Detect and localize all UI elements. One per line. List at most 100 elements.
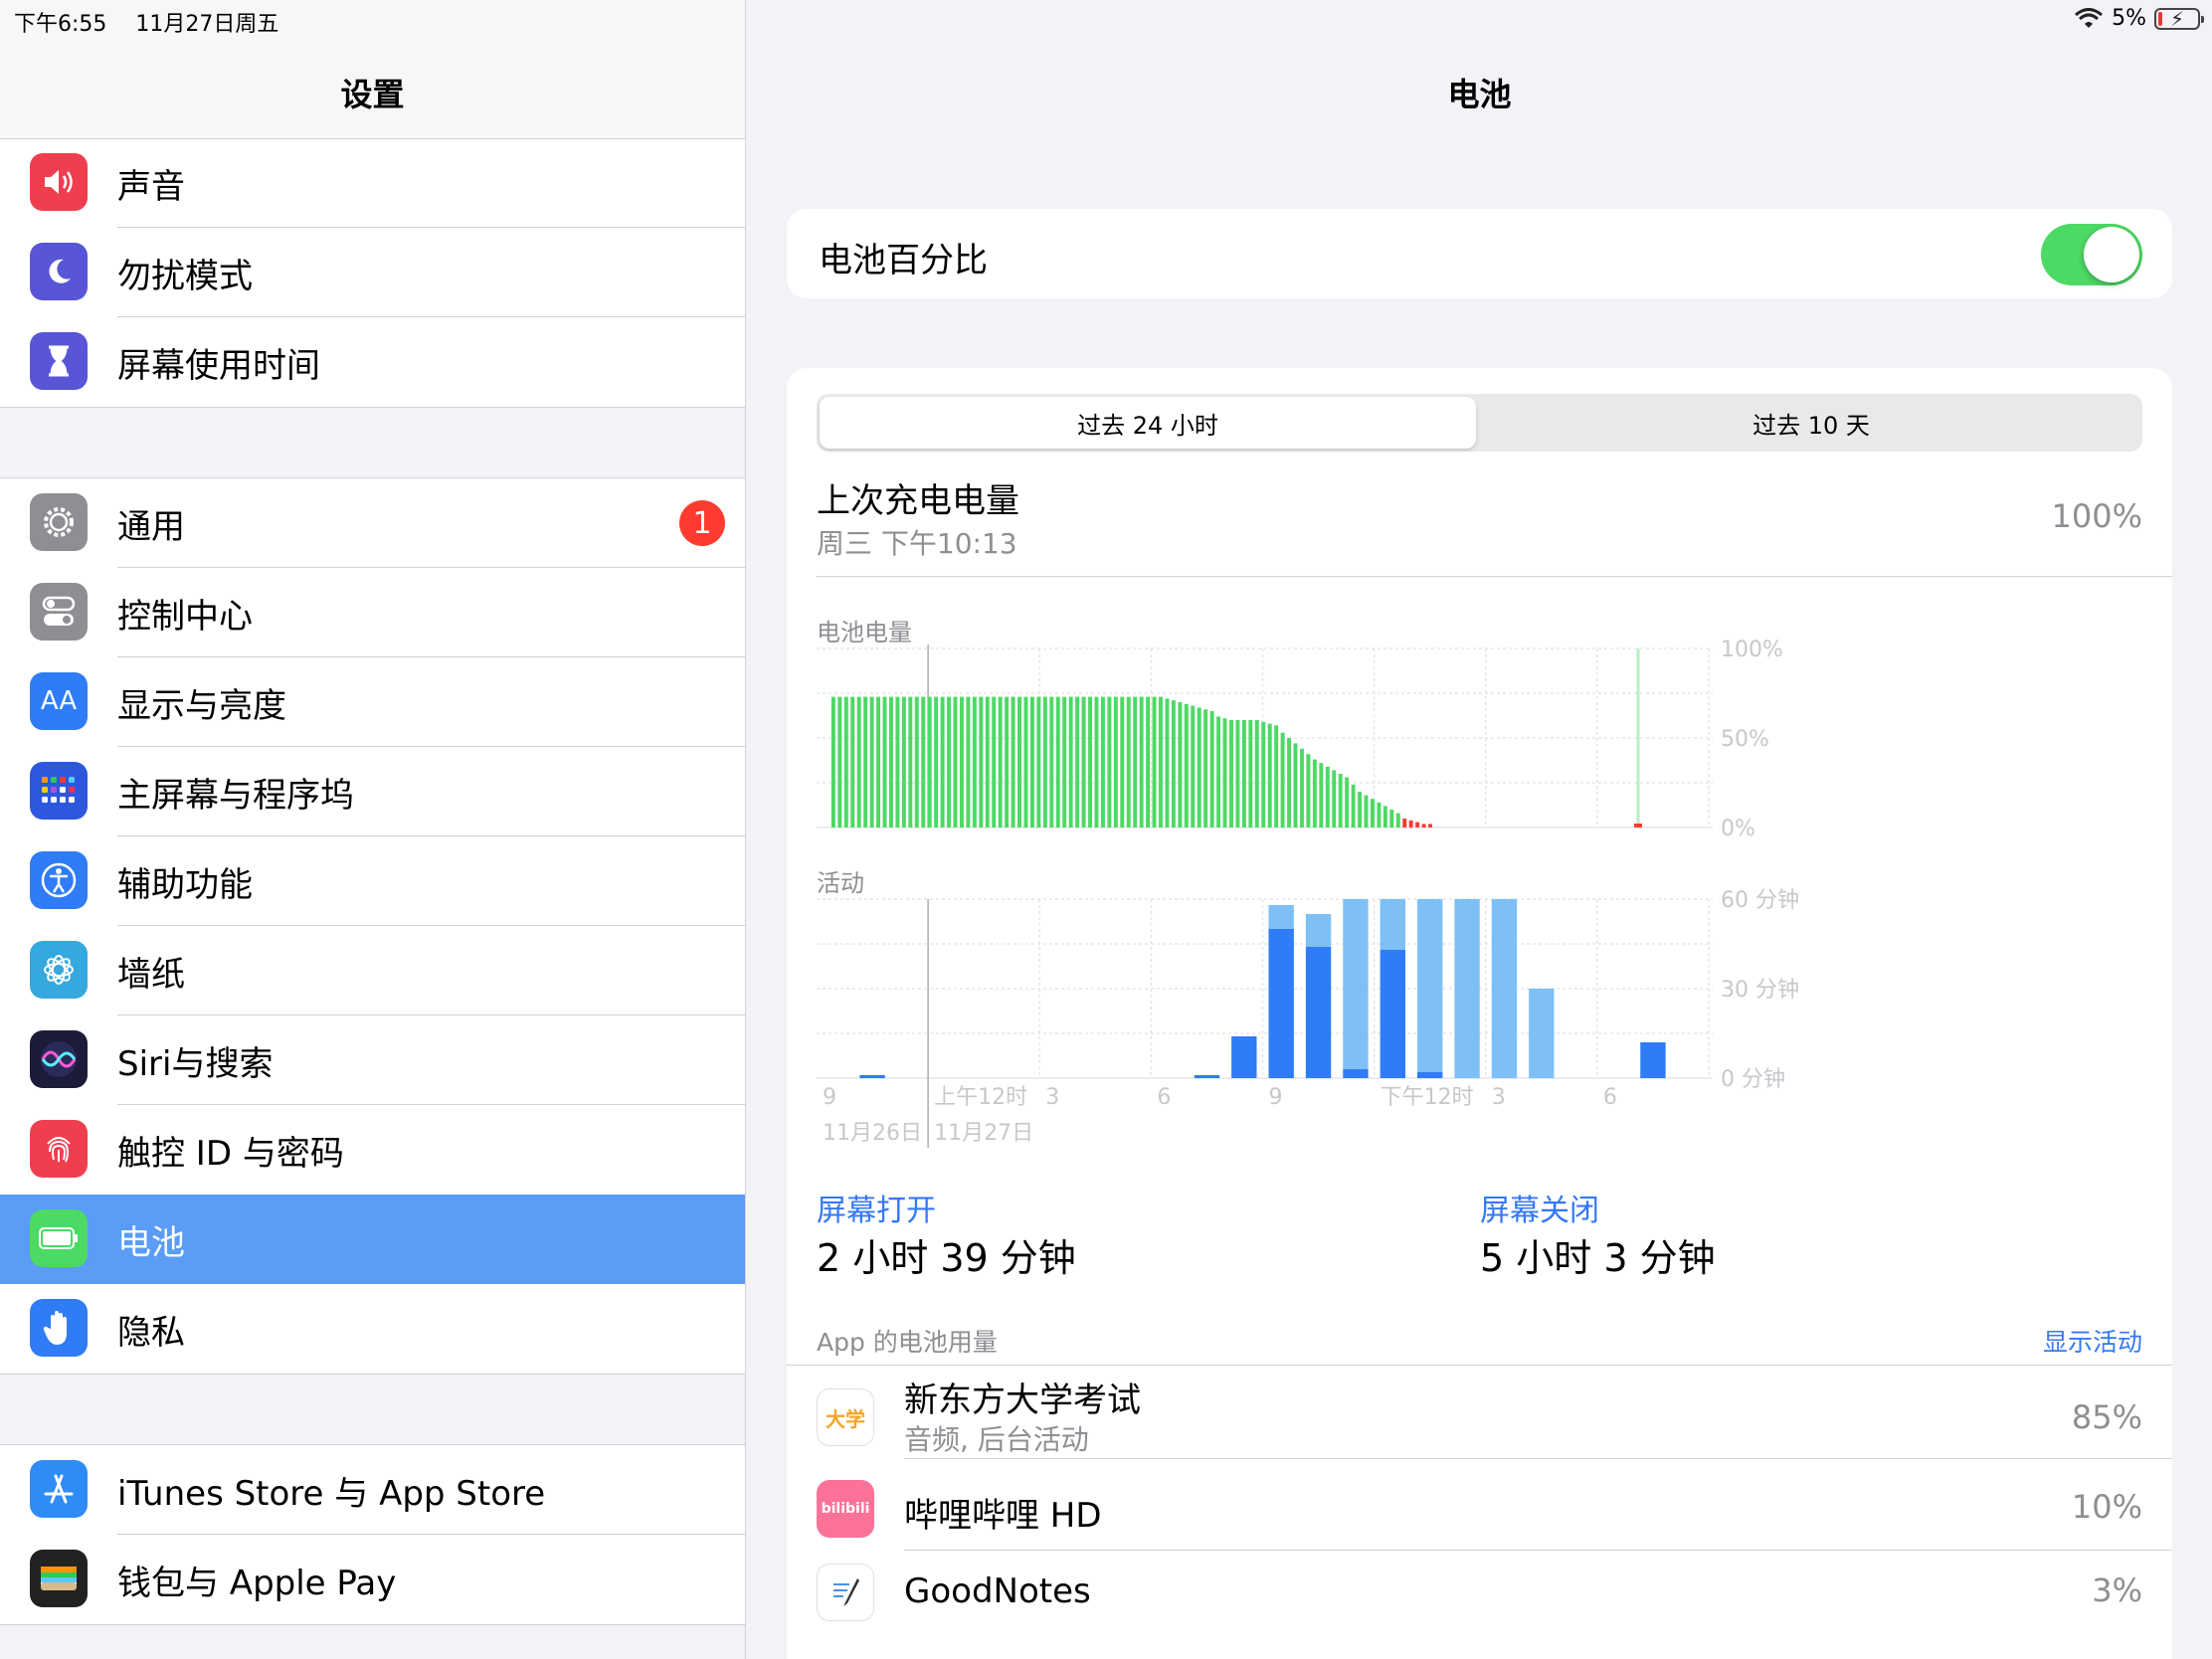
app-name: 哔哩哔哩 HD xyxy=(904,1496,1102,1536)
sidebar-item[interactable]: 勿扰模式 xyxy=(0,228,745,317)
battery-level-bar xyxy=(992,696,997,828)
show-activity-link[interactable]: 显示活动 xyxy=(2043,1323,2142,1359)
battery-level-bar xyxy=(972,696,977,828)
xdf-app-icon: 大学 xyxy=(817,1388,874,1446)
screen-on-bar xyxy=(1194,1075,1220,1078)
battery-level-bar xyxy=(1274,725,1279,828)
speaker-icon xyxy=(30,153,88,211)
battery-level-bar xyxy=(1011,696,1015,828)
app-usage-row[interactable]: 大学 新东方大学考试 音频, 后台活动 85% xyxy=(787,1373,2172,1462)
battery-level-bar xyxy=(1377,802,1382,828)
screen-on-bar xyxy=(1417,1072,1443,1078)
battery-level-bar xyxy=(869,696,874,828)
battery-level-bar xyxy=(1395,813,1400,828)
screen-on-bar xyxy=(1640,1042,1666,1078)
app-name: GoodNotes xyxy=(904,1571,1091,1611)
screen-on-label: 屏幕打开 xyxy=(817,1194,936,1228)
sidebar-item[interactable]: 墙纸 xyxy=(0,926,745,1015)
sidebar-item[interactable]: 声音 xyxy=(0,138,745,228)
sidebar-item[interactable]: 主屏幕与程序坞 xyxy=(0,747,745,836)
settings-group-3: iTunes Store 与 App Store 钱包与 Apple Pay xyxy=(0,1444,745,1625)
sidebar-item-label: 通用 xyxy=(117,506,185,547)
app-store-icon xyxy=(30,1460,88,1518)
status-bar: 下午6:55 11月27日周五 5% ⚡ xyxy=(0,0,2212,40)
sidebar-item-label: 钱包与 Apple Pay xyxy=(117,1563,397,1603)
sidebar-item[interactable]: 屏幕使用时间 xyxy=(0,317,745,407)
status-date: 11月27日周五 xyxy=(135,12,279,37)
sidebar-item[interactable]: 通用 1 xyxy=(0,478,745,568)
battery-level-bar xyxy=(1023,696,1028,828)
battery-y-tick: 100% xyxy=(1721,638,1783,662)
sidebar-item-label: 主屏幕与程序坞 xyxy=(117,775,354,816)
battery-level-bar xyxy=(1241,720,1246,828)
screen-off-bar xyxy=(1380,899,1405,950)
activity-x-tick: 上午12时 xyxy=(934,1085,1027,1110)
sidebar-title: 设置 xyxy=(340,76,405,113)
screen-on-value: 2 小时 39 分钟 xyxy=(817,1236,1076,1280)
goodnotes-app-icon xyxy=(817,1564,874,1621)
battery-level-bar xyxy=(927,696,932,828)
battery-level-bar xyxy=(979,696,984,828)
app-name: 新东方大学考试 xyxy=(904,1381,1141,1420)
sidebar-item[interactable]: 钱包与 Apple Pay xyxy=(0,1535,745,1624)
sidebar-item-label: 勿扰模式 xyxy=(117,256,253,296)
battery-level-bar xyxy=(1042,696,1047,828)
battery-level-bar xyxy=(1184,703,1189,828)
activity-x-date: 11月26日 xyxy=(823,1121,922,1146)
battery-level-bar xyxy=(998,696,1003,828)
usage-card: 过去 24 小时 过去 10 天 上次充电电量 周三 下午10:13 100% … xyxy=(787,368,2172,1659)
battery-percentage-toggle[interactable] xyxy=(2041,224,2142,285)
text-size-icon: AA xyxy=(30,672,88,730)
fingerprint-icon xyxy=(30,1120,88,1178)
battery-level-bar xyxy=(1345,777,1350,828)
screen-off-bar xyxy=(1268,905,1294,929)
battery-level-bar xyxy=(1081,696,1086,828)
divider xyxy=(904,1550,2172,1551)
sidebar-item[interactable]: 控制中心 xyxy=(0,568,745,657)
sidebar-item-label: iTunes Store 与 App Store xyxy=(117,1473,546,1514)
app-usage-row[interactable]: GoodNotes 3% xyxy=(787,1562,2172,1651)
sidebar-item[interactable]: Siri与搜索 xyxy=(0,1015,745,1105)
battery-level-bar xyxy=(1351,784,1356,828)
moon-icon xyxy=(30,243,88,300)
screen-on-bar xyxy=(1380,950,1405,1078)
divider xyxy=(904,1458,2172,1459)
battery-level-bar xyxy=(1408,820,1413,828)
sidebar-item[interactable]: iTunes Store 与 App Store xyxy=(0,1445,745,1535)
battery-level-bar xyxy=(1088,696,1092,828)
flower-icon xyxy=(30,941,88,999)
sidebar-item-label: 触控 ID 与密码 xyxy=(117,1133,344,1174)
activity-x-tick: 6 xyxy=(1603,1085,1617,1110)
activity-x-tick: 6 xyxy=(1157,1085,1171,1110)
battery-level-bar xyxy=(959,696,964,828)
screen-on-bar xyxy=(859,1075,885,1078)
screen-on-bar xyxy=(1268,929,1294,1078)
battery-level-bar xyxy=(1209,711,1214,828)
battery-level-bar xyxy=(1280,732,1285,828)
sidebar-item[interactable]: 隐私 xyxy=(0,1284,745,1374)
app-usage-percent: 85% xyxy=(2071,1398,2142,1436)
status-time: 下午6:55 xyxy=(14,12,107,37)
screen-on-bar xyxy=(1231,1036,1257,1078)
status-battery-icon: ⚡ xyxy=(2154,7,2204,31)
battery-level-bar xyxy=(1248,720,1253,828)
hourglass-icon xyxy=(30,332,88,390)
sidebar-item[interactable]: 辅助功能 xyxy=(0,836,745,926)
battery-level-bar xyxy=(1293,743,1298,828)
battery-level-bar xyxy=(1261,721,1266,828)
app-usage-row[interactable]: bilibili 哔哩哔哩 HD 10% xyxy=(787,1478,2172,1567)
sidebar-item[interactable]: 触控 ID 与密码 xyxy=(0,1105,745,1195)
sidebar-item-label: 辅助功能 xyxy=(117,864,253,905)
battery-level-bar xyxy=(1222,718,1227,828)
wifi-icon xyxy=(2075,7,2104,28)
battery-level-bar xyxy=(1062,696,1067,828)
screen-off-bar xyxy=(1491,899,1518,1078)
sidebar-item[interactable]: AA 显示与亮度 xyxy=(0,657,745,747)
accessibility-icon xyxy=(30,851,88,909)
sidebar-item[interactable]: 电池 xyxy=(0,1195,745,1284)
activity-x-tick: 3 xyxy=(1492,1085,1506,1110)
activity-y-tick: 30 分钟 xyxy=(1721,978,1799,1003)
sidebar-item-label: 显示与亮度 xyxy=(117,685,286,726)
detail-title: 电池 xyxy=(1447,76,1512,113)
battery-level-bar xyxy=(863,696,868,828)
